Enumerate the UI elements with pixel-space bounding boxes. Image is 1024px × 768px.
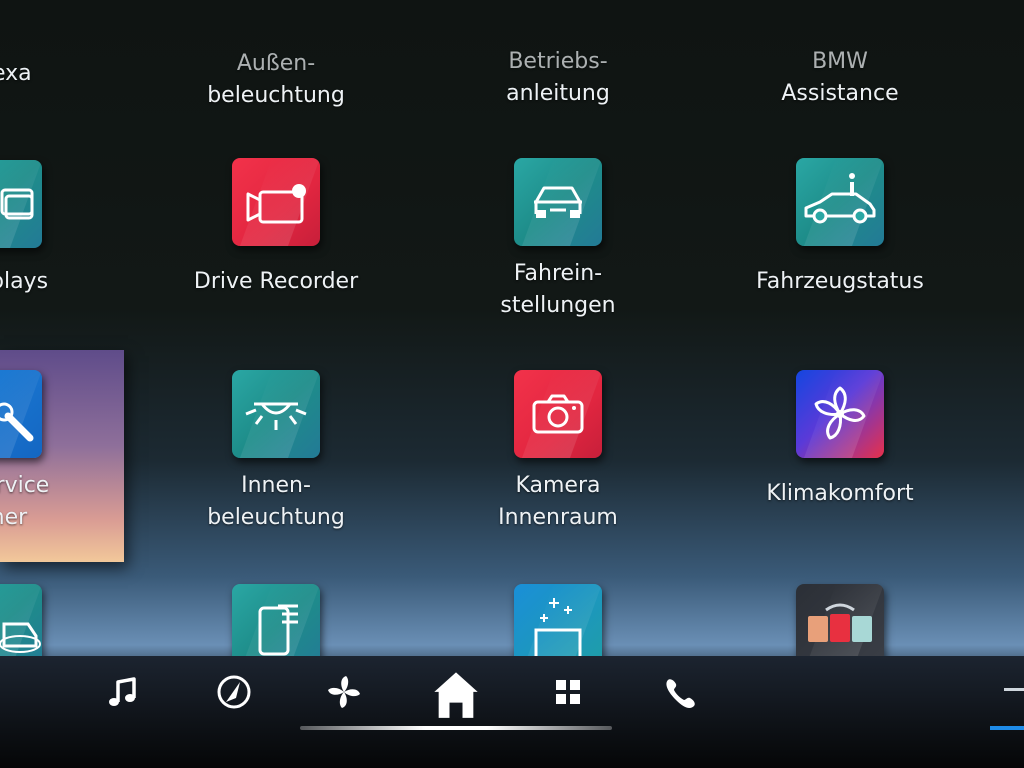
fan-icon [328,676,360,708]
app-tile-drive-recorder[interactable] [232,158,320,246]
label-line: Kamera [515,473,601,498]
label-line: ervice [0,473,50,498]
app-tile-fahrzeugstatus[interactable] [796,158,884,246]
car-icon [0,622,41,653]
app-label-klimakomfort[interactable]: Klimakomfort [730,478,950,510]
phone-settings-icon [258,604,298,656]
camera-icon [532,394,584,434]
app-label-fahrzeugstatus[interactable]: Fahrzeugstatus [730,266,950,298]
taskbar [0,656,1024,768]
label-line: beleuchtung [207,83,345,108]
home-indicator [300,726,612,730]
displays-icon [0,188,34,220]
taskbar-navigation-button[interactable] [210,668,258,716]
wrench-icon [0,402,34,442]
app-label-aussenbeleuchtung[interactable]: Außen- beleuchtung [176,48,376,112]
app-label-service-partner[interactable]: ervice tner [0,470,49,534]
app-tile-vehicle[interactable] [0,584,42,656]
app-label-alexa[interactable]: exa [0,58,32,90]
label-line: tner [0,505,28,530]
phone-icon [666,679,695,708]
ceiling-light-icon [245,402,307,430]
label-line: Außen- [236,51,316,76]
apps-grid-icon [556,680,580,704]
label-text: exa [0,61,32,86]
page-indicator [990,726,1024,730]
label-line: beleuchtung [207,505,345,530]
car-info-icon [804,173,876,224]
label-text: Klimakomfort [766,481,914,506]
taskbar-media-button[interactable] [100,668,148,716]
taskbar-apps-button[interactable] [546,668,594,716]
app-tile-clean[interactable] [514,584,602,656]
video-camera-record-icon [246,184,306,224]
color-swatches-icon [808,603,872,642]
label-line: BMW [812,49,868,74]
taskbar-climate-button[interactable] [320,668,368,716]
taskbar-home-button[interactable] [430,668,482,720]
label-text: Fahrzeugstatus [756,269,924,294]
label-text: plays [0,269,49,294]
label-line: Fahrein- [513,261,603,286]
app-tile-fahreinstellungen[interactable] [514,158,602,246]
app-label-kamera-innenraum[interactable]: Kamera Innenraum [458,470,658,534]
label-text: Drive Recorder [193,269,359,294]
app-label-innenbeleuchtung[interactable]: Innen- beleuchtung [176,470,376,534]
label-line: Innenraum [498,505,618,530]
navigation-icon [217,675,251,709]
collapse-icon[interactable] [1004,688,1024,691]
app-tile-phone-settings[interactable] [232,584,320,656]
app-grid: exa Außen- beleuchtung Betriebs- anleitu… [0,0,1024,656]
app-label-displays[interactable]: plays [0,266,48,298]
app-tile-klimakomfort[interactable] [796,370,884,458]
taskbar-phone-button[interactable] [656,668,704,716]
label-line: Betriebs- [508,49,608,74]
app-tile-kamera-innenraum[interactable] [514,370,602,458]
label-line: stellungen [500,293,616,318]
app-tile-themes[interactable] [796,584,884,656]
app-label-bmw-assistance[interactable]: BMW Assistance [740,46,940,110]
app-label-betriebsanleitung[interactable]: Betriebs- anleitung [458,46,658,110]
fan-icon [814,386,866,440]
app-tile-service-partner[interactable] [0,370,42,458]
label-line: anleitung [506,81,610,106]
car-front-icon [534,186,582,218]
app-tile-innenbeleuchtung[interactable] [232,370,320,458]
label-line: Assistance [781,81,899,106]
label-line: Innen- [241,473,311,498]
music-note-icon [109,677,136,706]
home-icon [434,672,478,718]
app-label-drive-recorder[interactable]: Drive Recorder [176,266,376,298]
app-tile-displays[interactable] [0,160,42,248]
app-label-fahreinstellungen[interactable]: Fahrein- stellungen [458,258,658,322]
sparkle-icon [534,598,582,656]
